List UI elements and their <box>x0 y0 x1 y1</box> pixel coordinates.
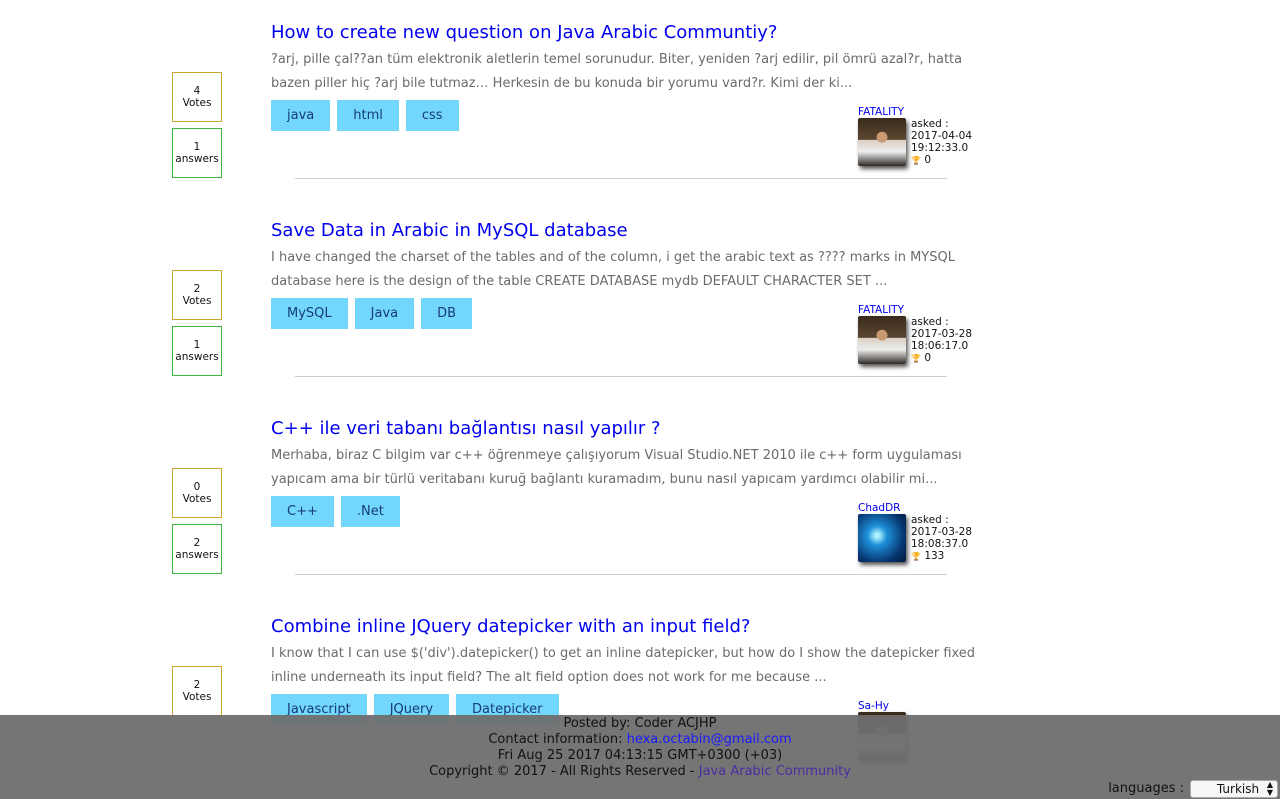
select-arrows-icon: ▲ ▼ <box>1266 780 1273 797</box>
question-excerpt: Merhaba, biraz C bilgim var c++ öğrenmey… <box>271 448 962 487</box>
tag-button[interactable]: .Net <box>340 496 400 527</box>
votes-counter: 2 Votes <box>172 666 222 716</box>
answers-count: 2 <box>193 537 201 549</box>
avatar[interactable] <box>858 316 906 364</box>
question-title-link[interactable]: C++ ile veri tabanı bağlantısı nasıl yap… <box>271 417 661 441</box>
question-title-link[interactable]: Save Data in Arabic in MySQL database <box>271 219 628 243</box>
question-excerpt: I know that I can use $('div').datepicke… <box>271 646 976 685</box>
answers-label: answers <box>175 351 219 363</box>
answers-counter: 1 answers <box>172 326 222 376</box>
question-divider <box>295 376 947 377</box>
answers-count: 1 <box>193 339 201 351</box>
votes-counter: 0 Votes <box>172 468 222 518</box>
tag-button[interactable]: java <box>271 100 331 131</box>
votes-count: 0 <box>193 481 201 493</box>
tag-list: java html css <box>271 100 459 131</box>
votes-label: Votes <box>182 493 212 505</box>
avatar-image <box>858 514 906 562</box>
page-footer: Posted by: Coder ACJHP Contact informati… <box>0 715 1280 799</box>
votes-count: 2 <box>193 679 201 691</box>
tag-button[interactable]: MySQL <box>271 298 348 329</box>
asked-date: 2017-04-04 <box>911 130 973 142</box>
question-excerpt: ?arj, pille çal??an tüm elektronik aletl… <box>271 52 963 91</box>
trophy-icon: 🏆 <box>911 552 921 561</box>
trophy-icon: 🏆 <box>911 354 921 363</box>
tag-button[interactable]: Java <box>354 298 415 329</box>
asked-date: 2017-03-28 <box>911 328 973 340</box>
question-excerpt: I have changed the charset of the tables… <box>271 250 955 289</box>
author-link[interactable]: ChadDR <box>858 502 900 514</box>
views-row: 🏆 0 <box>911 154 972 167</box>
author-link[interactable]: FATALITY <box>858 304 904 316</box>
footer-contact: Contact information: hexa.octabin@gmail.… <box>0 732 1280 748</box>
community-link[interactable]: Java Arabic Community <box>699 764 851 779</box>
tag-list: C++ .Net <box>271 496 400 527</box>
question-item: 0 Votes 2 answers C++ ile veri tabanı bağlan… <box>0 396 1280 594</box>
answers-counter: 1 answers <box>172 128 222 178</box>
question-meta: asked :2017-04-04 19:12:33.0 🏆 0 <box>911 118 972 167</box>
views-count: 0 <box>924 352 931 364</box>
copyright-text: Copyright © 2017 - All Rights Reserved - <box>429 764 695 779</box>
question-item: 4 Votes 1 answers How to create new question… <box>0 0 1280 198</box>
asked-time: 19:12:33.0 <box>911 142 969 154</box>
contact-email-link[interactable]: hexa.octabin@gmail.com <box>627 732 792 747</box>
footer-posted-by: Posted by: Coder ACJHP <box>563 716 717 731</box>
question-title-link[interactable]: How to create new question on Java Arabi… <box>271 21 777 45</box>
footer-copyright: Copyright © 2017 - All Rights Reserved -… <box>0 764 1280 780</box>
tag-button[interactable]: DB <box>421 298 473 329</box>
votes-counter: 2 Votes <box>172 270 222 320</box>
asked-time: 18:06:17.0 <box>911 340 969 352</box>
answers-counter: 2 answers <box>172 524 222 574</box>
question-divider <box>295 574 947 575</box>
asked-label: asked : <box>911 316 949 328</box>
footer-datetime: Fri Aug 25 2017 04:13:15 GMT+0300 (+03) <box>497 748 783 763</box>
question-title-link[interactable]: Combine inline JQuery datepicker with an… <box>271 615 750 639</box>
tag-button[interactable]: css <box>405 100 459 131</box>
asked-date: 2017-03-28 <box>911 526 973 538</box>
answers-label: answers <box>175 549 219 561</box>
language-label: languages : <box>1108 781 1184 796</box>
question-item: 2 Votes 1 answers Save Data in Arabic in MyS… <box>0 198 1280 396</box>
trophy-icon: 🏆 <box>911 156 921 165</box>
asked-label: asked : <box>911 514 949 526</box>
asked-label: asked : <box>911 118 949 130</box>
answers-count: 1 <box>193 141 201 153</box>
views-count: 0 <box>924 154 931 166</box>
language-switcher: languages : Turkish ▲ ▼ <box>1108 780 1278 798</box>
question-meta: asked :2017-03-28 18:08:37.0 🏆 133 <box>911 514 972 563</box>
views-row: 🏆 0 <box>911 352 972 365</box>
footer-contact-label: Contact information: <box>488 732 623 747</box>
avatar[interactable] <box>858 118 906 166</box>
avatar[interactable] <box>858 514 906 562</box>
language-selected: Turkish <box>1216 782 1260 796</box>
question-divider <box>295 178 947 179</box>
asked-time: 18:08:37.0 <box>911 538 969 550</box>
avatar-image <box>858 316 906 364</box>
votes-count: 2 <box>193 283 201 295</box>
tag-list: MySQL Java DB <box>271 298 473 329</box>
tag-button[interactable]: html <box>337 100 399 131</box>
votes-label: Votes <box>182 97 212 109</box>
views-count: 133 <box>924 550 945 562</box>
question-meta: asked :2017-03-28 18:06:17.0 🏆 0 <box>911 316 972 365</box>
votes-count: 4 <box>193 85 201 97</box>
votes-label: Votes <box>182 295 212 307</box>
avatar-image <box>858 118 906 166</box>
author-link[interactable]: Sa-Hy <box>858 700 889 712</box>
author-link[interactable]: FATALITY <box>858 106 904 118</box>
views-row: 🏆 133 <box>911 550 972 563</box>
votes-counter: 4 Votes <box>172 72 222 122</box>
votes-label: Votes <box>182 691 212 703</box>
tag-button[interactable]: C++ <box>271 496 334 527</box>
answers-label: answers <box>175 153 219 165</box>
language-select[interactable]: Turkish ▲ ▼ <box>1190 780 1278 798</box>
